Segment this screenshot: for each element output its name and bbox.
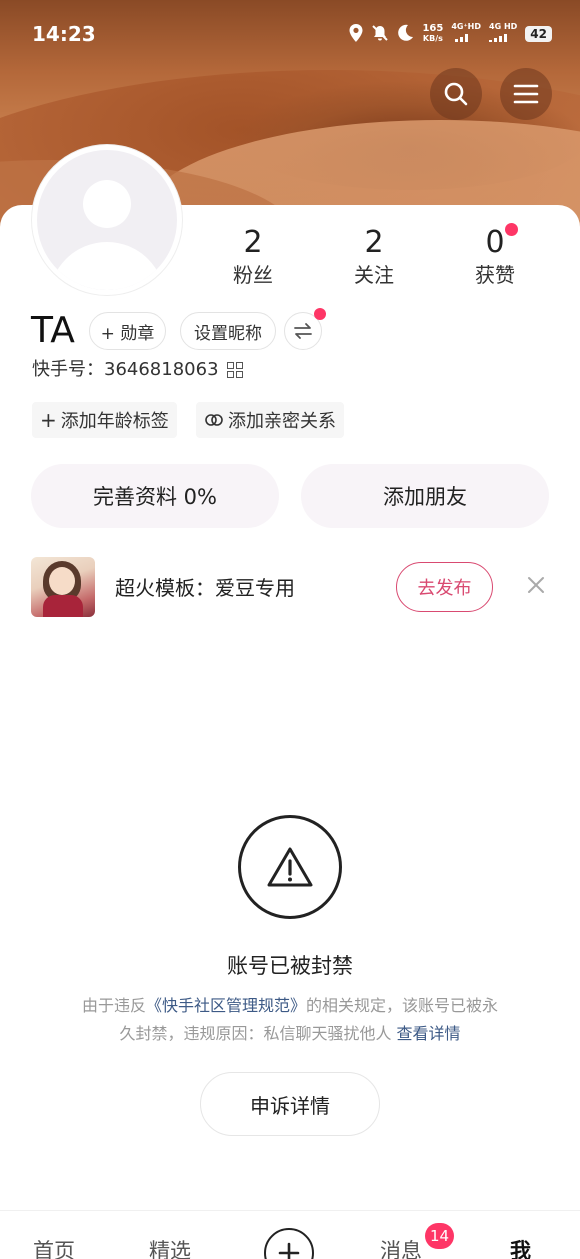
set-nickname-chip[interactable]: 设置昵称 <box>180 312 276 350</box>
appeal-details-button[interactable]: 申诉详情 <box>200 1072 380 1136</box>
hamburger-menu-icon <box>513 84 539 104</box>
moon-icon <box>397 24 414 44</box>
signal-bars-icon <box>489 34 508 42</box>
qr-code-icon <box>226 362 243 378</box>
promo-text[interactable]: 超火模板：爱豆专用 <box>115 574 295 602</box>
search-button[interactable] <box>430 68 482 120</box>
net-speed-value: 165 <box>422 23 444 34</box>
nickname: TA <box>31 310 75 351</box>
battery-indicator: 42 <box>525 26 552 42</box>
fans-label: 粉丝 <box>233 263 273 287</box>
linked-hearts-icon <box>205 414 223 426</box>
signal-2: 4G HD <box>489 22 517 46</box>
add-age-tag-label: 添加年龄标签 <box>60 411 169 432</box>
fans-count: 2 <box>243 225 263 260</box>
avatar[interactable] <box>32 145 182 295</box>
tab-featured[interactable]: 精选 <box>149 1235 191 1259</box>
promo-thumbnail[interactable] <box>31 557 95 617</box>
banned-title: 账号已被封禁 <box>227 954 353 978</box>
close-icon <box>528 577 544 593</box>
add-close-relation-tag[interactable]: 添加亲密关系 <box>196 402 344 438</box>
plus-icon: + <box>40 408 57 432</box>
warning-circle <box>238 815 342 919</box>
following-count: 2 <box>364 225 384 260</box>
add-friend-button[interactable]: 添加朋友 <box>301 464 549 528</box>
avatar-placeholder-head <box>83 180 131 228</box>
promo-close-button[interactable] <box>522 571 550 599</box>
location-icon <box>349 23 363 45</box>
warning-triangle-icon <box>267 847 313 887</box>
menu-button[interactable] <box>500 68 552 120</box>
likes-count: 0 <box>485 225 505 260</box>
view-details-link[interactable]: 查看详情 <box>397 1024 461 1043</box>
add-badge-chip[interactable]: + 勋章 <box>89 312 166 350</box>
signal-bars-icon <box>455 34 469 42</box>
signal-1-label: 4G⁺HD <box>451 22 482 31</box>
signal-2-label: 4G HD <box>489 22 518 31</box>
net-speed-unit: KB/s <box>422 34 443 43</box>
thumbnail-face <box>49 567 75 595</box>
community-rules-link[interactable]: 《快手社区管理规范》 <box>146 996 306 1015</box>
following-label: 关注 <box>354 263 394 287</box>
thumbnail-shirt <box>43 595 83 617</box>
stat-likes[interactable]: 0 获赞 <box>445 226 545 288</box>
kuaishou-id: 快手号：3646818063 <box>32 359 219 380</box>
go-publish-button[interactable]: 去发布 <box>396 562 493 612</box>
switch-notification-dot <box>314 308 326 320</box>
tab-me[interactable]: 我 <box>510 1235 531 1259</box>
add-age-tag[interactable]: + 添加年龄标签 <box>32 402 177 438</box>
net-speed: 165 KB/s <box>422 24 443 44</box>
complete-profile-button[interactable]: 完善资料 0% <box>31 464 279 528</box>
likes-notification-dot <box>505 223 518 236</box>
bottom-tab-bar: 首页 精选 消息 14 我 <box>0 1210 580 1259</box>
messages-badge: 14 <box>425 1223 455 1249</box>
stat-following[interactable]: 2 关注 <box>324 226 424 288</box>
mute-bell-icon <box>371 24 389 45</box>
likes-label: 获赞 <box>475 263 515 287</box>
add-close-relation-label: 添加亲密关系 <box>228 411 336 432</box>
search-icon <box>444 82 468 106</box>
status-icons: 165 KB/s 4G⁺HD 4G HD 42 <box>349 22 552 46</box>
status-time: 14:23 <box>32 22 96 46</box>
swap-arrows-icon <box>294 323 312 339</box>
banned-description: 由于违反《快手社区管理规范》的相关规定，该账号已被永久封禁，违规原因：私信聊天骚… <box>75 992 505 1048</box>
plus-icon <box>278 1242 300 1259</box>
tab-home[interactable]: 首页 <box>33 1235 75 1259</box>
kuaishou-id-row[interactable]: 快手号：3646818063 <box>32 358 243 382</box>
banned-desc-part1: 由于违反 <box>81 996 146 1015</box>
tab-messages[interactable]: 消息 <box>380 1235 422 1259</box>
avatar-placeholder-body <box>49 242 165 290</box>
create-post-button[interactable] <box>264 1228 314 1259</box>
stat-fans[interactable]: 2 粉丝 <box>203 226 303 288</box>
signal-1: 4G⁺HD <box>451 22 481 46</box>
